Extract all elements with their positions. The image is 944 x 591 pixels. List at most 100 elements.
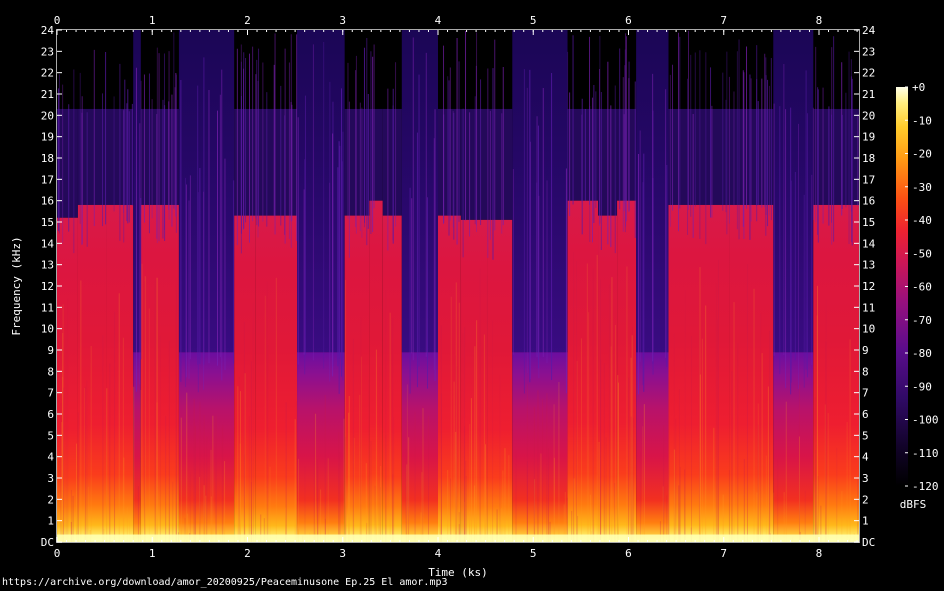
x-tick-label-bottom: 4 [435,547,442,560]
y-tick-label-right: 12 [862,280,875,293]
y-tick-label-right: 7 [862,387,869,400]
y-tick-label-left: 21 [41,88,54,101]
segment-haze [140,108,179,205]
segment-haze [487,108,513,220]
dc-band [57,534,859,542]
segment-haze [369,108,383,201]
colorbar-tick-label: -120 [912,480,939,493]
y-tick-label-right: 13 [862,259,875,272]
y-tick-label-left: 20 [41,109,54,122]
y-tick-label-right: 16 [862,195,875,208]
y-tick-label-left: 10 [41,323,54,336]
y-tick-label-right: 9 [862,344,869,357]
x-tick-label-top: 4 [435,14,442,27]
x-tick-label-top: 6 [625,14,632,27]
y-tick-label-left: 8 [47,365,54,378]
y-tick-label-right: 17 [862,173,875,186]
y-tick-label-right: 22 [862,67,875,80]
colorbar-tick-label: -20 [912,148,932,161]
y-tick-label-left: 7 [47,387,54,400]
y-tick-label-right: 1 [862,515,869,528]
x-tick-label-top: 8 [816,14,823,27]
colorbar-ticks: +0 -10 -20 -30 -40 -50 -60 -70 -80 -90 -100 -110 -12… [905,81,939,493]
segment-haze [668,108,730,205]
source-url: https://archive.org/download/amor_202009… [2,577,448,588]
colorbar-label: dBFS [900,498,927,511]
colorbar-tick-label: -60 [912,281,932,294]
y-tick-label-left: 18 [41,152,54,165]
y-tick-label-left: 11 [41,301,54,314]
x-tick-label-top: 3 [339,14,346,27]
y-tick-label-right: 20 [862,109,875,122]
x-tick-label-bottom: 2 [244,547,251,560]
colorbar-tick-label: -10 [912,114,932,127]
x-tick-label-bottom: 5 [530,547,537,560]
y-tick-label-left: 24 [41,24,55,37]
segment-body [77,204,107,542]
y-tick-label-left: 19 [41,131,54,144]
y-tick-label-right: 10 [862,323,875,336]
y-tick-label-left: 9 [47,344,54,357]
colorbar-tick-label: -70 [912,314,932,327]
y-tick-label-left: 17 [41,173,54,186]
y-tick-label-right: 4 [862,451,869,464]
y-tick-label-right: 6 [862,408,869,421]
colorbar-tick-label: -50 [912,247,932,260]
y-tick-label-right: 14 [862,237,876,250]
y-tick-label-right: 8 [862,365,869,378]
y-axis-label: Frequency (kHz) [10,236,23,335]
y-tick-label-right: DC [862,536,875,549]
y-tick-label-right: 18 [862,152,875,165]
segment-body [106,204,134,542]
y-tick-label-left: 5 [47,429,54,442]
y-tick-label-right: 5 [862,429,869,442]
x-tick-label-bottom: 3 [339,547,346,560]
colorbar-tick-label: -80 [912,347,932,360]
segment-haze [57,108,78,218]
x-tick-label-bottom: 6 [625,547,632,560]
segment-body [773,352,814,542]
y-tick-label-left: 23 [41,45,54,58]
x-tick-label-bottom: 7 [720,547,727,560]
y-tick-label-left: 12 [41,280,54,293]
y-tick-label-left: 13 [41,259,54,272]
colorbar-tick-label: -40 [912,214,932,227]
y-tick-label-right: 21 [862,88,875,101]
y-tick-label-right: 24 [862,24,876,37]
y-tick-label-left: 15 [41,216,54,229]
spectrogram-figure: 012345678 012345678 DC123456789101112131… [10,14,939,579]
y-tick-label-left: 6 [47,408,54,421]
colorbar-tick-label: -30 [912,181,932,194]
y-tick-label-right: 11 [862,301,875,314]
y-tick-label-right: 19 [862,131,875,144]
y-tick-label-right: 15 [862,216,875,229]
y-tick-label-right: 3 [862,472,869,485]
y-tick-label-left: 1 [47,515,54,528]
colorbar-tick-label: -100 [912,414,939,427]
segment-haze [401,30,438,353]
segment-body [813,204,859,542]
y-tick-label-left: 2 [47,493,54,506]
x-tick-label-bottom: 0 [54,547,61,560]
x-tick-label-bottom: 1 [149,547,156,560]
x-tick-label-top: 7 [720,14,727,27]
colorbar-tick-label: -90 [912,380,932,393]
x-tick-label-top: 5 [530,14,537,27]
y-tick-label-left: 22 [41,67,54,80]
segment-haze [512,30,568,353]
y-tick-label-left: 3 [47,472,54,485]
y-tick-label-left: DC [41,536,54,549]
colorbar-tick-label: +0 [912,81,925,94]
y-tick-label-right: 2 [862,493,869,506]
y-tick-label-left: 16 [41,195,54,208]
segment-haze [382,108,402,216]
y-tick-label-left: 14 [41,237,55,250]
x-tick-label-top: 0 [54,14,61,27]
segment-haze [460,108,488,220]
y-tick-label-left: 4 [47,451,54,464]
x-tick-label-bottom: 8 [816,547,823,560]
x-tick-label-top: 2 [244,14,251,27]
x-tick-label-top: 1 [149,14,156,27]
colorbar-tick-label: -110 [912,447,939,460]
y-tick-label-right: 23 [862,45,875,58]
